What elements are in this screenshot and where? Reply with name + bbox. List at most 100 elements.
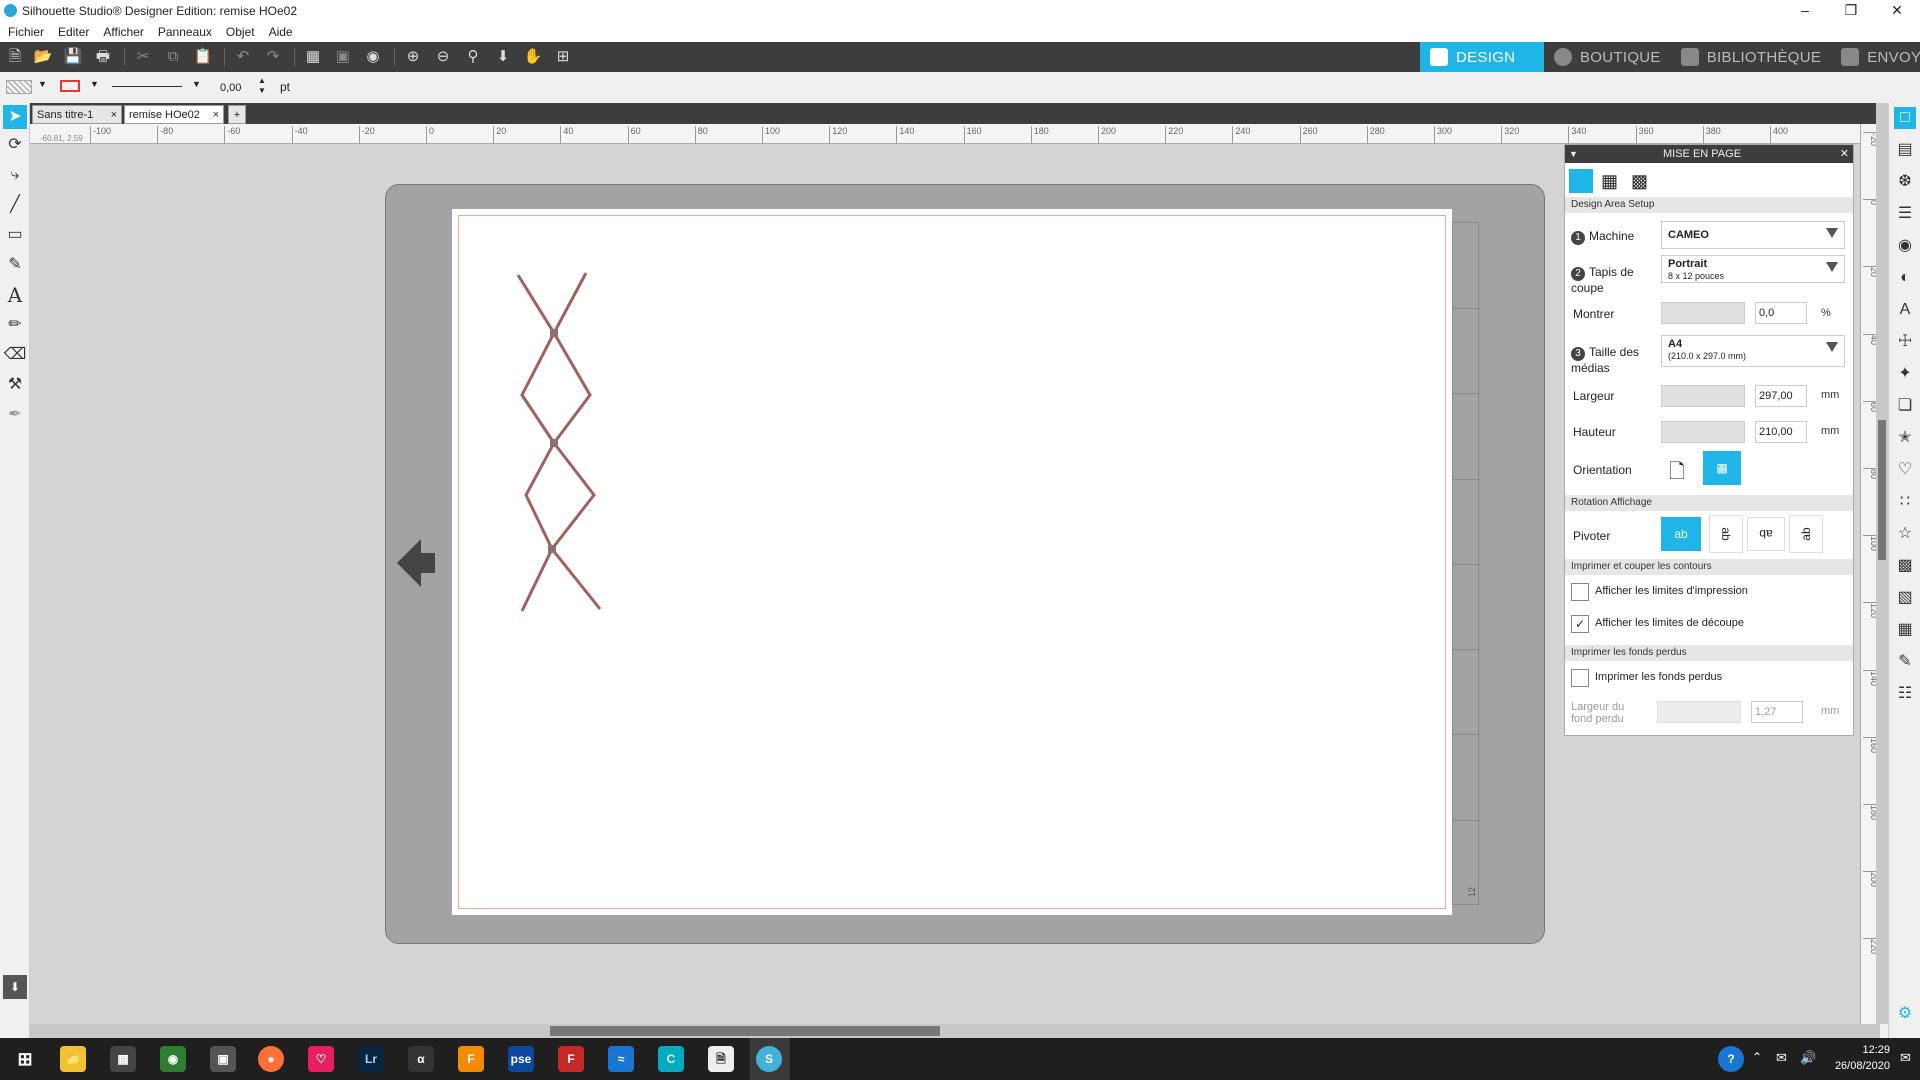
menu-afficher[interactable]: Afficher	[103, 25, 143, 39]
transparency-icon[interactable]: ◐	[1894, 267, 1916, 289]
clock-date[interactable]: 26/08/2020	[1816, 1060, 1890, 1072]
pan-hand-icon[interactable]: ✋	[522, 46, 544, 68]
book-icon[interactable]: ☷	[1894, 683, 1916, 705]
doc-tab-remise[interactable]: remise HOe02 ×	[124, 105, 224, 124]
mat-view-icon[interactable]: ▩	[1631, 171, 1648, 191]
volume-icon[interactable]: 🔊	[1800, 1050, 1816, 1066]
chevron-down-icon[interactable]: ▼	[192, 79, 201, 89]
portrait-icon[interactable]: 🗋	[1669, 457, 1685, 491]
photoshop-elements-icon[interactable]: pse	[508, 1046, 534, 1072]
file-explorer-icon[interactable]: 📁	[60, 1046, 86, 1072]
arrow-left-icon[interactable]	[393, 535, 437, 591]
print-cut-icon[interactable]: ✎	[1894, 651, 1916, 673]
width-slider[interactable]	[1661, 385, 1745, 407]
tab-boutique[interactable]: BOUTIQUE	[1544, 42, 1671, 72]
tab-bibliotheque[interactable]: BIBLIOTHÈQUE	[1671, 42, 1831, 72]
rotate-90-button[interactable]: ab	[1709, 515, 1743, 553]
calculator-icon[interactable]: ▦	[110, 1046, 136, 1072]
lightroom-icon[interactable]: Lr	[358, 1046, 384, 1072]
line-width-input[interactable]: 0,00	[220, 79, 256, 97]
menu-aide[interactable]: Aide	[269, 25, 293, 39]
height-input[interactable]: 210,00	[1755, 421, 1807, 443]
close-button[interactable]: ✕	[1874, 0, 1920, 22]
menu-fichier[interactable]: Fichier	[8, 25, 44, 39]
tab-design[interactable]: DESIGN	[1420, 42, 1544, 72]
cut-icon[interactable]: ✂	[132, 46, 154, 68]
mat-select[interactable]: Portrait 8 x 12 pouces	[1661, 255, 1845, 283]
horizontal-scroll-thumb[interactable]	[550, 1026, 940, 1036]
diamond-chain-shape[interactable]	[500, 265, 610, 615]
menu-editer[interactable]: Editer	[58, 25, 89, 39]
redo-icon[interactable]: ↷	[262, 46, 284, 68]
lasso-icon[interactable]: ⟳	[3, 133, 27, 157]
select-all-icon[interactable]: ◉	[362, 46, 384, 68]
vertical-scrollbar[interactable]	[1876, 103, 1888, 1024]
line-tool-icon[interactable]: ╱	[3, 193, 27, 217]
bleed-input[interactable]: 1,27	[1751, 701, 1803, 723]
page-setup-icon[interactable]: □	[1894, 107, 1916, 129]
doc-tab-sans-titre[interactable]: Sans titre-1 ×	[32, 105, 122, 124]
align-icon[interactable]: ☩	[1894, 331, 1916, 353]
rectangle-tool-icon[interactable]: ▭	[3, 223, 27, 247]
landscape-button[interactable]: ▩	[1703, 451, 1741, 485]
print-icon[interactable]: 🖶	[92, 46, 114, 68]
new-file-icon[interactable]: 🗎	[4, 46, 26, 68]
undo-icon[interactable]: ↶	[232, 46, 254, 68]
rotate-0-button[interactable]: ab	[1661, 517, 1701, 551]
download-icon[interactable]: ⬇	[3, 975, 27, 999]
width-input[interactable]: 297,00	[1755, 385, 1807, 407]
text-tool-icon[interactable]: A	[3, 283, 27, 307]
paste-icon[interactable]: 📋	[192, 46, 214, 68]
grid-icon[interactable]: ▦	[1601, 171, 1618, 191]
knife-icon[interactable]: ⚒	[3, 373, 27, 397]
menu-objet[interactable]: Objet	[226, 25, 255, 39]
app-icon[interactable]: α	[408, 1046, 434, 1072]
vertical-scroll-thumb[interactable]	[1878, 420, 1886, 560]
app-icon[interactable]: F	[458, 1046, 484, 1072]
nesting-icon[interactable]: ▦	[1894, 619, 1916, 641]
horizontal-scrollbar[interactable]	[30, 1024, 1880, 1038]
fill-pattern-swatch[interactable]	[6, 80, 32, 94]
network-icon[interactable]: ✉	[1776, 1050, 1787, 1066]
help-icon[interactable]: ?	[1718, 1046, 1744, 1072]
app-icon[interactable]: ≈	[608, 1046, 634, 1072]
bleed-slider[interactable]	[1657, 701, 1741, 723]
chevron-down-icon[interactable]: ▼	[38, 79, 47, 89]
line-color-swatch[interactable]	[60, 80, 80, 92]
collapse-icon[interactable]: ▼	[1569, 145, 1578, 163]
transform-icon[interactable]: ✦	[1894, 363, 1916, 385]
settings-gear-icon[interactable]: ⚙	[1894, 1003, 1916, 1025]
rotate-180-button[interactable]: ab	[1747, 517, 1785, 551]
app-icon[interactable]: C	[658, 1046, 684, 1072]
tab-envoyer[interactable]: ENVOYER	[1831, 42, 1920, 72]
trace-icon[interactable]: ∷	[1894, 491, 1916, 513]
rotate-270-button[interactable]: ab	[1789, 515, 1823, 553]
media-size-select[interactable]: A4 (210.0 x 297.0 mm)	[1661, 335, 1845, 367]
app-icon[interactable]: ▣	[210, 1046, 236, 1072]
print-limits-checkbox[interactable]	[1571, 583, 1589, 601]
zoom-in-icon[interactable]: ⊕	[402, 46, 424, 68]
windows-start-icon[interactable]: ⊞	[12, 1046, 38, 1072]
sketch-icon[interactable]: ▧	[1894, 587, 1916, 609]
chevron-up-icon[interactable]: ⌃	[1752, 1050, 1762, 1064]
move-down-icon[interactable]: ⬇	[492, 46, 514, 68]
fit-page-icon[interactable]: ⊞	[552, 46, 574, 68]
app-icon[interactable]: ♡	[308, 1046, 334, 1072]
modify-icon[interactable]: ✭	[1894, 427, 1916, 449]
height-slider[interactable]	[1661, 421, 1745, 443]
page-manager-icon[interactable]: ▤	[1894, 139, 1916, 161]
group-icon[interactable]: ▦	[302, 46, 324, 68]
open-folder-icon[interactable]: 📂	[32, 46, 54, 68]
fill-icon[interactable]: ◉	[1894, 235, 1916, 257]
save-icon[interactable]: 💾	[62, 46, 84, 68]
app-icon[interactable]: ◉	[160, 1046, 186, 1072]
close-icon[interactable]: ×	[213, 106, 219, 125]
page-setup-icon[interactable]	[1569, 169, 1593, 193]
bleed-checkbox[interactable]	[1571, 669, 1589, 687]
menu-panneaux[interactable]: Panneaux	[158, 25, 212, 39]
minimize-button[interactable]: –	[1782, 0, 1828, 22]
clock-time[interactable]: 12:29	[1830, 1044, 1890, 1056]
zoom-out-icon[interactable]: ⊖	[432, 46, 454, 68]
edit-points-icon[interactable]: ⤷	[3, 163, 27, 187]
machine-select[interactable]: CAMEO	[1661, 221, 1845, 249]
